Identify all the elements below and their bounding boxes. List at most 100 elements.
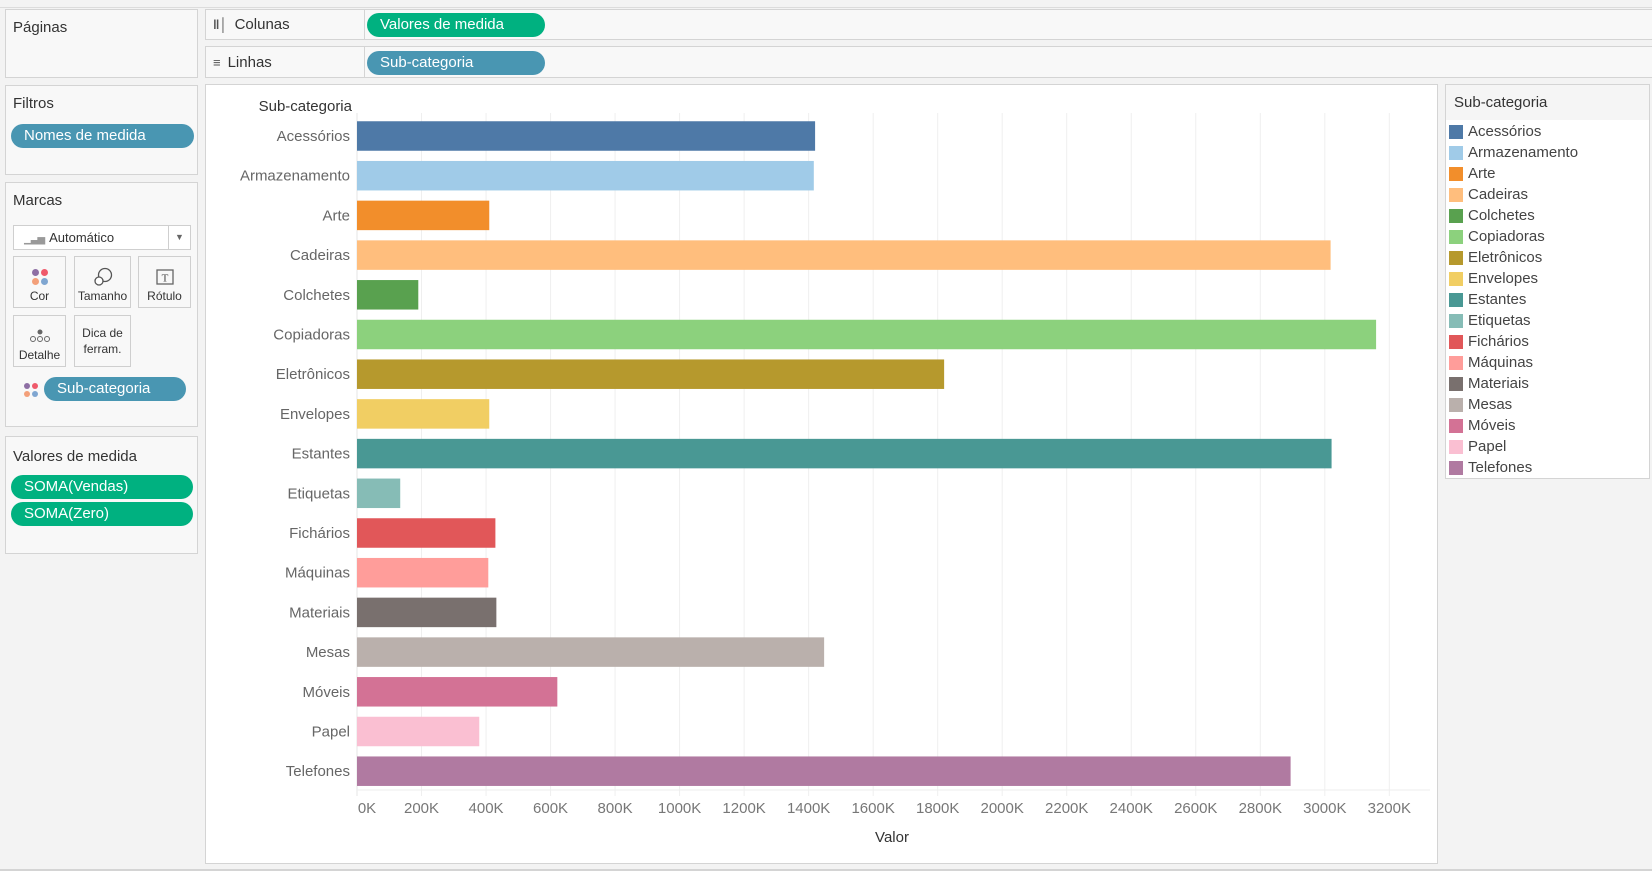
measure-values-title: Valores de medida bbox=[13, 448, 137, 465]
legend-label: Envelopes bbox=[1468, 270, 1539, 287]
marks-color-pill-sub-category[interactable]: Sub-categoria bbox=[44, 377, 186, 401]
rows-pill-sub-category[interactable]: Sub-categoria bbox=[367, 51, 545, 75]
legend-item[interactable]: Armazenamento bbox=[1449, 142, 1578, 163]
legend-item[interactable]: Papel bbox=[1449, 436, 1506, 457]
filters-card[interactable]: Filtros Nomes de medida bbox=[5, 85, 198, 175]
bar-13[interactable] bbox=[357, 637, 825, 667]
legend-swatch bbox=[1449, 460, 1463, 475]
bar-11[interactable] bbox=[357, 557, 489, 588]
columns-shelf[interactable]: ‖│ Colunas Valores de medida bbox=[205, 9, 1652, 40]
legend-item[interactable]: Acessórios bbox=[1449, 121, 1541, 142]
legend-swatch bbox=[1449, 229, 1463, 244]
x-tick-label: 2400K bbox=[1110, 800, 1153, 817]
pages-card[interactable]: Páginas bbox=[5, 9, 198, 78]
legend-item[interactable]: Eletrônicos bbox=[1449, 247, 1542, 268]
x-tick-label: 1200K bbox=[722, 800, 765, 817]
bar-14[interactable] bbox=[357, 677, 558, 707]
y-tick-label: Eletrônicos bbox=[276, 366, 350, 383]
legend-label: Estantes bbox=[1468, 291, 1527, 308]
bar-3[interactable] bbox=[357, 240, 1331, 270]
measure-pill-sum-zero[interactable]: SOMA(Zero) bbox=[11, 502, 193, 526]
legend-item[interactable]: Mesas bbox=[1449, 394, 1512, 415]
legend-label: Acessórios bbox=[1468, 123, 1542, 140]
legend-item[interactable]: Copiadoras bbox=[1449, 226, 1545, 247]
bars bbox=[357, 121, 1377, 786]
bar-6[interactable] bbox=[357, 359, 945, 389]
shelf-divider bbox=[364, 47, 365, 77]
bar-7[interactable] bbox=[357, 399, 490, 429]
legend-swatch bbox=[1449, 187, 1463, 202]
x-tick-label: 800K bbox=[598, 800, 633, 817]
bar-9[interactable] bbox=[357, 478, 401, 509]
legend-label: Arte bbox=[1468, 165, 1496, 182]
legend-item[interactable]: Estantes bbox=[1449, 289, 1526, 310]
legend-swatch bbox=[1449, 250, 1463, 265]
legend-item[interactable]: Telefones bbox=[1449, 457, 1532, 478]
legend-label: Máquinas bbox=[1468, 354, 1534, 371]
bar-16[interactable] bbox=[357, 756, 1291, 786]
color-legend[interactable]: Sub-categoria Acessórios Armazenamento Art… bbox=[1445, 84, 1650, 479]
legend-item[interactable]: Móveis bbox=[1449, 415, 1516, 436]
shelf-divider bbox=[364, 10, 365, 39]
columns-pill-measure-values[interactable]: Valores de medida bbox=[367, 13, 545, 37]
marks-size-button[interactable]: Tamanho bbox=[74, 256, 131, 308]
legend-item[interactable]: Envelopes bbox=[1449, 268, 1538, 289]
marks-label-button[interactable]: T Rótulo bbox=[138, 256, 191, 308]
legend-swatch bbox=[1449, 313, 1463, 328]
mark-type-dropdown[interactable]: ▁▃▅ Automático ▼ bbox=[13, 225, 191, 250]
legend-item[interactable]: Máquinas bbox=[1449, 352, 1533, 373]
y-tick-label: Materiais bbox=[289, 604, 350, 621]
y-axis-title: Sub-categoria bbox=[259, 98, 353, 115]
bar-2[interactable] bbox=[357, 200, 490, 231]
rows-shelf[interactable]: ≡ Linhas Sub-categoria bbox=[205, 46, 1652, 78]
bar-10[interactable] bbox=[357, 518, 496, 548]
marks-color-button[interactable]: Cor bbox=[13, 256, 66, 308]
y-tick-label: Colchetes bbox=[283, 287, 350, 304]
x-tick-label: 1800K bbox=[916, 800, 959, 817]
bar-4[interactable] bbox=[357, 280, 419, 310]
legend-label: Telefones bbox=[1468, 459, 1533, 476]
chevron-down-icon[interactable]: ▼ bbox=[168, 226, 190, 249]
marks-color-label: Cor bbox=[29, 289, 50, 303]
legend-item[interactable]: Arte bbox=[1449, 163, 1496, 184]
marks-detail-label: Detalhe bbox=[18, 348, 61, 362]
marks-title: Marcas bbox=[13, 192, 63, 209]
bar-1[interactable] bbox=[357, 160, 814, 191]
columns-icon: ‖│ bbox=[213, 17, 228, 32]
legend-swatch bbox=[1449, 355, 1463, 370]
y-tick-label: Acessórios bbox=[277, 128, 350, 145]
legend-item[interactable]: Materiais bbox=[1449, 373, 1529, 394]
legend-label: Etiquetas bbox=[1468, 312, 1531, 329]
marks-tooltip-button[interactable]: Dica de ferram. bbox=[74, 315, 131, 367]
bar-0[interactable] bbox=[357, 121, 816, 151]
y-tick-label: Papel bbox=[312, 724, 350, 741]
legend-item[interactable]: Colchetes bbox=[1449, 205, 1535, 226]
marks-tooltip-label: Dica de ferram. bbox=[82, 326, 123, 356]
x-tick-label: 1000K bbox=[658, 800, 701, 817]
bar-15[interactable] bbox=[357, 716, 480, 747]
color-icon bbox=[14, 264, 65, 290]
bar-12[interactable] bbox=[357, 597, 497, 628]
legend-item[interactable]: Fichários bbox=[1449, 331, 1529, 352]
columns-shelf-label: ‖│ Colunas bbox=[213, 10, 290, 39]
x-tick-label: 1400K bbox=[787, 800, 830, 817]
bar-8[interactable] bbox=[357, 438, 1332, 469]
legend-swatch bbox=[1449, 208, 1463, 223]
marks-detail-button[interactable]: Detalhe bbox=[13, 315, 66, 367]
measure-pill-sum-sales[interactable]: SOMA(Vendas) bbox=[11, 475, 193, 499]
x-tick-label: 2800K bbox=[1239, 800, 1282, 817]
bar-5[interactable] bbox=[357, 319, 1377, 350]
legend-label: Copiadoras bbox=[1468, 228, 1545, 245]
legend-swatch bbox=[1449, 376, 1463, 391]
x-tick-label: 0K bbox=[358, 800, 376, 817]
filter-pill-measure-names[interactable]: Nomes de medida bbox=[11, 124, 194, 148]
x-axis-title: Valor bbox=[875, 829, 909, 846]
y-tick-label: Telefones bbox=[286, 763, 350, 780]
mark-type-value: Automático bbox=[49, 230, 115, 245]
legend-label: Papel bbox=[1468, 438, 1507, 455]
legend-item[interactable]: Etiquetas bbox=[1449, 310, 1531, 331]
y-tick-label: Envelopes bbox=[280, 406, 350, 423]
marks-label-label: Rótulo bbox=[147, 289, 182, 303]
marks-size-label: Tamanho bbox=[77, 289, 128, 303]
legend-item[interactable]: Cadeiras bbox=[1449, 184, 1528, 205]
